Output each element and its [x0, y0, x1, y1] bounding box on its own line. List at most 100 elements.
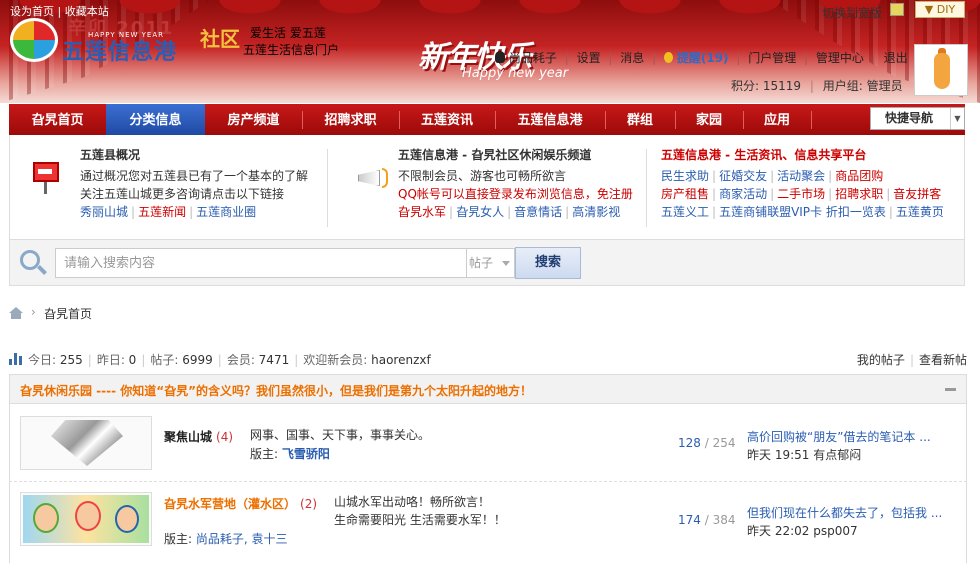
nav-item-home[interactable]: 旮旯首页 — [9, 104, 106, 135]
link-vip-card[interactable]: 五莲商铺联盟VIP卡 折扣一览表 — [719, 205, 886, 219]
link-yellow-pages[interactable]: 五莲黄页 — [896, 205, 944, 219]
usergroup-value[interactable]: 管理员 — [867, 79, 903, 93]
divider: | — [871, 51, 876, 65]
site-logo[interactable]: 辛卯 2011 HAPPY NEW YEAR 五莲信息港 社区 — [10, 14, 245, 65]
skin-palette-icon[interactable] — [890, 3, 904, 16]
info-line-qq[interactable]: QQ帐号可以直接登录发布浏览信息，免注册 — [398, 185, 646, 203]
link-volunteers[interactable]: 五莲义工 — [661, 205, 709, 219]
last-post-user[interactable]: 有点郁闷 — [813, 448, 861, 462]
newest-member-link[interactable]: haorenzxf — [371, 353, 431, 367]
info-col-community: 五莲信息港 - 旮旯社区休闲娱乐频道 不限制会员、游客也可畅所欲言 QQ帐号可以… — [398, 147, 646, 237]
settings-link[interactable]: 设置 — [577, 51, 601, 65]
nav-item-news[interactable]: 五莲资讯 — [399, 104, 495, 135]
breadcrumb-current[interactable]: 旮旯首页 — [44, 305, 92, 322]
moderator-link[interactable]: 尚品耗子, 袁十三 — [196, 532, 288, 546]
yesterday-count: 0 — [128, 353, 137, 367]
link-women[interactable]: 旮旯女人 — [456, 205, 504, 219]
link-help[interactable]: 民生求助 — [661, 169, 709, 183]
moderator-link[interactable]: 飞雪骄阳 — [282, 447, 330, 461]
link-rent-sale[interactable]: 房产租售 — [661, 187, 709, 201]
link-music-talk[interactable]: 音意情话 — [514, 205, 562, 219]
forum-description: 网事、国事、天下事，事事关心。 — [250, 428, 431, 442]
link-hd-video[interactable]: 高清影视 — [572, 205, 620, 219]
nav-item-jobs[interactable]: 招聘求职 — [302, 104, 399, 135]
link-merchant-events[interactable]: 商家活动 — [719, 187, 767, 201]
nav-item-groups[interactable]: 群组 — [605, 104, 675, 135]
qq-bind-link[interactable]: 子 — [545, 51, 557, 65]
forum-name-text[interactable]: 旮旯水军营地（灌水区） — [164, 497, 296, 511]
link-group-buy[interactable]: 商品团购 — [835, 169, 883, 183]
forum-today-count: (4) — [216, 430, 234, 444]
diy-button[interactable]: ▼ DIY — [915, 1, 965, 18]
messages-link[interactable]: 消息 — [620, 51, 644, 65]
info-col-title[interactable]: 五莲信息港 - 旮旯社区休闲娱乐频道 — [398, 147, 646, 163]
last-post-title-link[interactable]: 但我们现在什么都失去了，包括我 ... — [747, 504, 942, 522]
search-type-select[interactable]: 帖子 — [467, 248, 515, 278]
logout-link[interactable]: 退出 — [884, 51, 908, 65]
forum-thumbnail[interactable] — [20, 492, 152, 546]
cartoon-image — [23, 495, 149, 543]
nav-item-wulian-info[interactable]: 五莲信息港 — [495, 104, 605, 135]
forum-thumbnail[interactable] — [20, 416, 152, 470]
bar-chart-bar — [9, 359, 12, 365]
qq-user-link[interactable]: 尚品耗 — [509, 51, 545, 65]
portal-admin-link[interactable]: 门户管理 — [748, 51, 796, 65]
divider: | — [294, 353, 299, 367]
divider: | — [608, 51, 613, 65]
link-water-army[interactable]: 旮旯水军 — [398, 205, 446, 219]
last-post-meta: 昨天 22:02 psp007 — [747, 522, 942, 540]
divider: | — [712, 169, 717, 183]
remind-link[interactable]: 提醒(19) — [677, 51, 729, 65]
nav-item-apps[interactable]: 应用 — [743, 104, 811, 135]
admin-center-link[interactable]: 管理中心 — [816, 51, 864, 65]
my-posts-link[interactable]: 我的帖子 — [857, 353, 905, 367]
link-scenic-city[interactable]: 秀丽山城 — [80, 205, 128, 219]
logo-shequ: 社区 — [200, 27, 240, 51]
forum-name-text[interactable]: 聚焦山城 — [164, 430, 212, 444]
credit-value[interactable]: 15119 — [763, 79, 801, 93]
new-posts-link[interactable]: 查看新帖 — [919, 353, 967, 367]
divider: | — [217, 353, 222, 367]
forum-name[interactable]: 旮旯水军营地（灌水区） (2) — [164, 495, 317, 512]
search-button[interactable]: 搜索 — [515, 247, 581, 279]
nav-item-home-space[interactable]: 家园 — [675, 104, 743, 135]
today-count: 255 — [59, 353, 83, 367]
quick-nav-button[interactable]: 快捷导航 ▼ — [870, 107, 965, 130]
last-post-time[interactable]: 昨天 22:02 — [747, 524, 809, 538]
posts-count: 6999 — [182, 353, 213, 367]
nav-item-classifieds[interactable]: 分类信息 — [106, 104, 205, 135]
diy-label: DIY — [936, 3, 956, 16]
link-business-circle[interactable]: 五莲商业圈 — [196, 205, 256, 219]
divider: | — [888, 205, 893, 219]
link-events[interactable]: 活动聚会 — [777, 169, 825, 183]
nav-item-realestate[interactable]: 房产频道 — [205, 104, 302, 135]
forum-name[interactable]: 聚焦山城 (4) — [164, 428, 233, 445]
cartoon-face — [75, 501, 101, 531]
forum-group-title[interactable]: 旮旯休闲乐园 ---- 你知道“旮旯”的含义吗？我们虽然很小，但是我们是第九个太… — [20, 382, 532, 399]
info-col-title[interactable]: 五莲信息港 - 生活资讯、信息共享平台 — [661, 147, 961, 163]
link-carpool[interactable]: 音友拼客 — [893, 187, 941, 201]
home-icon[interactable] — [9, 307, 23, 319]
info-links: 旮旯水军 | 旮旯女人 | 音意情话 | 高清影视 — [398, 203, 646, 221]
info-col-title[interactable]: 五莲县概况 — [80, 147, 328, 163]
today-label: 今日: — [28, 353, 60, 367]
link-second-hand[interactable]: 二手市场 — [777, 187, 825, 201]
avatar[interactable] — [914, 44, 968, 96]
search-input[interactable] — [55, 248, 467, 278]
slogan-line1: 爱生活 爱五莲 — [250, 26, 326, 40]
info-line: 通过概况您对五莲县已有了一个基本的了解 — [80, 169, 309, 183]
collapse-icon[interactable] — [945, 388, 956, 391]
switch-wide-link[interactable]: 切换到宽版 — [822, 4, 882, 21]
forum-counts: 128 / 254 — [678, 436, 735, 450]
last-post-user[interactable]: psp007 — [813, 524, 857, 538]
last-post-time[interactable]: 昨天 19:51 — [747, 448, 809, 462]
chevron-down-icon[interactable]: ▼ — [950, 108, 964, 129]
stats-links: 我的帖子 | 查看新帖 — [857, 351, 967, 368]
last-post-title-link[interactable]: 高价回购被“朋友”借去的笔记本 ... — [747, 428, 931, 446]
link-dating[interactable]: 征婚交友 — [719, 169, 767, 183]
nav-divider — [811, 111, 812, 129]
link-recruit[interactable]: 招聘求职 — [835, 187, 883, 201]
link-wulian-news[interactable]: 五莲新闻 — [138, 205, 186, 219]
signpost-icon — [30, 160, 62, 194]
credit-line: 积分: 15119 | 用户组: 管理员 — [731, 77, 903, 94]
